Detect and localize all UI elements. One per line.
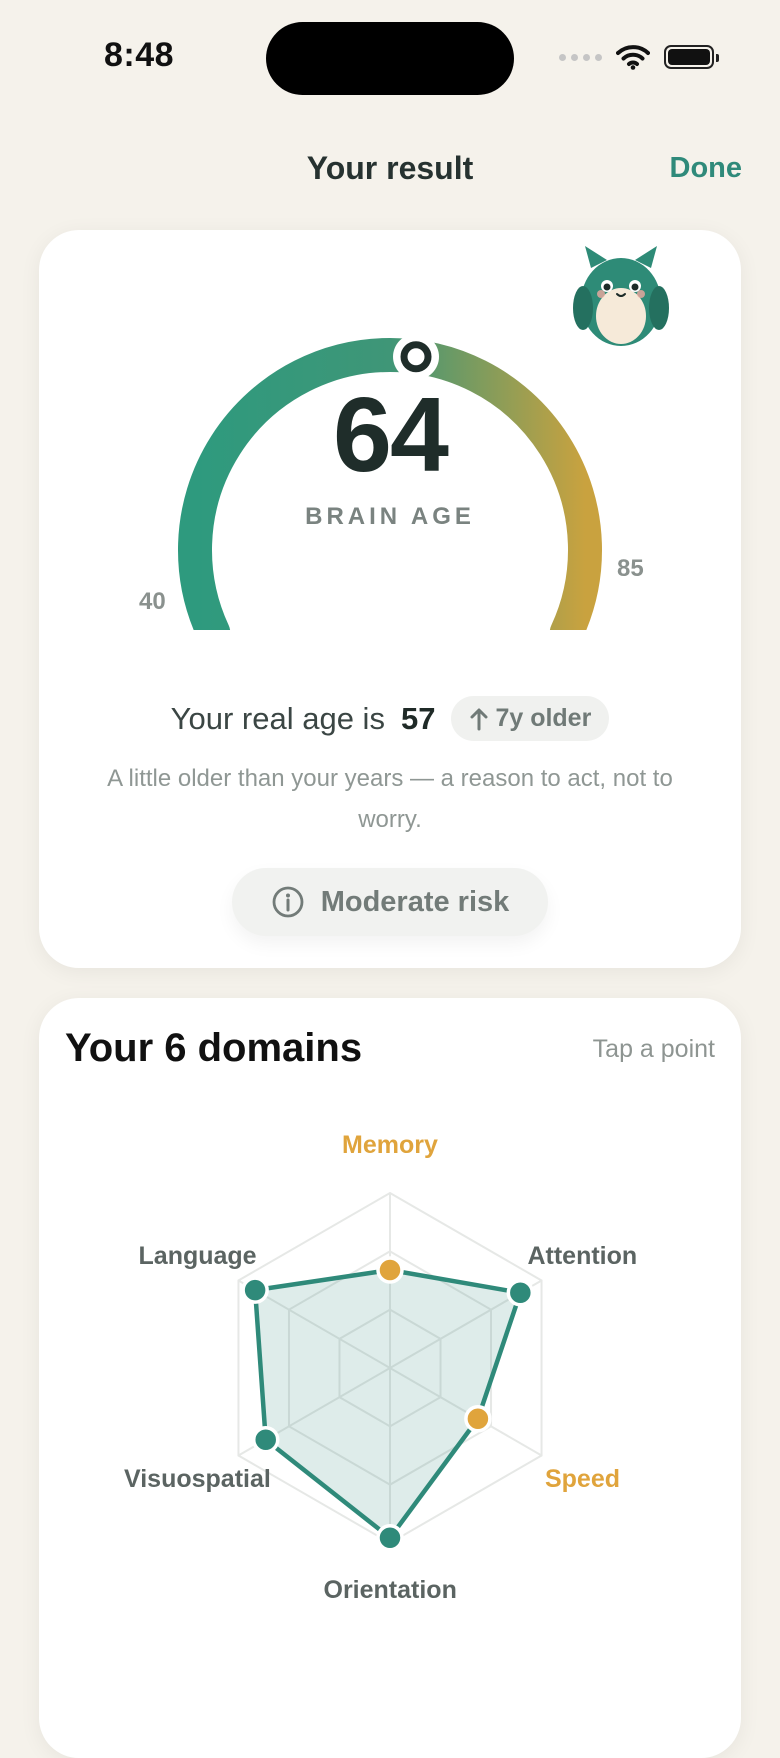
- real-age-prefix: Your real age is: [170, 700, 385, 736]
- brain-age-label: BRAIN AGE: [305, 503, 475, 530]
- axis-label-visuospatial[interactable]: Visuospatial: [124, 1465, 271, 1494]
- domains-title: Your 6 domains: [65, 1026, 363, 1070]
- age-difference-badge: 7y older: [451, 696, 610, 741]
- real-age-value: 57: [400, 700, 436, 736]
- radar-point-speed[interactable]: [464, 1405, 492, 1433]
- gauge-marker: [393, 333, 440, 380]
- brain-age-card: 64 BRAIN AGE 40 85 Your real age is 57 7…: [39, 230, 741, 968]
- brain-age-value: 64: [333, 376, 449, 494]
- cellular-signal-icon: [559, 53, 602, 61]
- arrow-up-icon: [470, 708, 488, 730]
- page-title: Your result: [306, 150, 474, 186]
- status-bar: 8:48: [0, 0, 780, 120]
- domains-hint: Tap a point: [592, 1035, 715, 1063]
- result-explanation: A little older than your years — a reaso…: [107, 765, 673, 833]
- risk-level-label: Moderate risk: [320, 885, 510, 918]
- radar-point-visuospatial[interactable]: [251, 1426, 280, 1454]
- radar-point-language[interactable]: [241, 1276, 269, 1304]
- radar-point-orientation[interactable]: [376, 1524, 404, 1552]
- axis-label-language[interactable]: Language: [139, 1242, 257, 1271]
- age-difference-label: 7y older: [495, 704, 592, 732]
- wifi-icon: [616, 45, 650, 70]
- radar-point-attention[interactable]: [506, 1279, 535, 1307]
- battery-icon: [664, 45, 719, 69]
- axis-label-attention[interactable]: Attention: [527, 1242, 637, 1271]
- radar-point-memory[interactable]: [376, 1256, 404, 1284]
- radar-score-area: [252, 1267, 523, 1540]
- status-icons: [559, 44, 719, 70]
- status-time: 8:48: [104, 36, 175, 74]
- domains-card: Your 6 domains Tap a point Memory Attenti…: [39, 998, 741, 1758]
- info-icon: [272, 886, 304, 918]
- axis-label-orientation[interactable]: Orientation: [324, 1576, 457, 1605]
- dynamic-island: [266, 22, 514, 95]
- real-age-row: Your real age is 57 7y older: [39, 696, 741, 741]
- risk-level-button[interactable]: Moderate risk: [232, 868, 548, 936]
- gauge-min-label: 40: [139, 588, 166, 615]
- axis-label-speed[interactable]: Speed: [545, 1465, 620, 1494]
- done-button[interactable]: Done: [670, 152, 743, 185]
- gauge-max-label: 85: [617, 555, 644, 582]
- axis-label-memory[interactable]: Memory: [342, 1131, 438, 1160]
